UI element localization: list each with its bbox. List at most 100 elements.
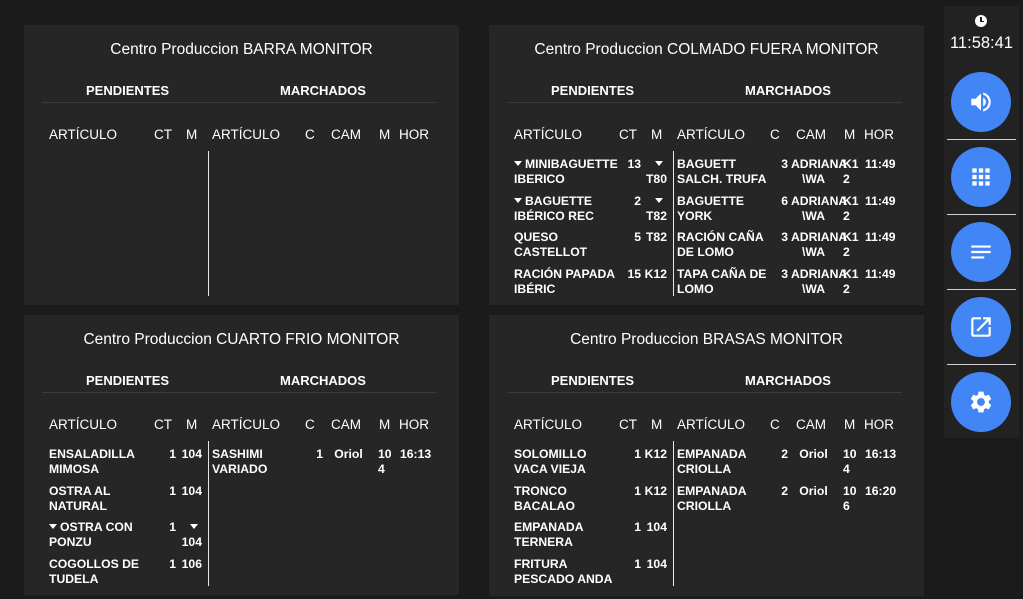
panel-title: Centro Produccion BRASAS MONITOR: [570, 331, 843, 348]
header-ct: CT: [619, 127, 637, 142]
table-row[interactable]: FRITURA PESCADO ANDA 1 104: [489, 557, 924, 594]
caret-down-icon[interactable]: [655, 161, 663, 167]
header-ct: CT: [619, 417, 637, 432]
pending-m: 106: [178, 557, 202, 572]
pending-articulo: SOLOMILLO VACA VIEJA: [514, 447, 619, 477]
pending-articulo: ENSALADILLA MIMOSA: [49, 447, 154, 477]
table-row[interactable]: OSTRA CON PONZU 1 104: [24, 520, 459, 557]
marched-cam: ADRIANA \WA: [791, 193, 848, 223]
caret-down-icon[interactable]: [514, 197, 522, 203]
pending-articulo: OSTRA CON PONZU: [49, 520, 154, 550]
table-row[interactable]: ENSALADILLA MIMOSA 1 104 SASHIMI VARIADO 1 Or…: [24, 447, 459, 484]
order-rows: SOLOMILLO VACA VIEJA 1 K12 EMPANADA CRIOLLA…: [489, 447, 924, 593]
table-row[interactable]: SOLOMILLO VACA VIEJA 1 K12 EMPANADA CRIOLLA…: [489, 447, 924, 484]
pending-ct: 5: [634, 230, 641, 244]
marched-cam: Oriol: [799, 447, 828, 461]
table-row[interactable]: OSTRA AL NATURAL 1 104: [24, 484, 459, 521]
header-m-marchados: M: [844, 417, 856, 432]
marched-c: 6: [781, 193, 788, 208]
marched-articulo: EMPANADA CRIOLLA: [677, 447, 747, 476]
header-c: C: [770, 127, 780, 142]
table-row[interactable]: BAGUETTE IBÉRICO REC 2 T82 BAGUETTE YORK 6 AD…: [489, 194, 924, 231]
caret-down-icon[interactable]: [514, 161, 522, 167]
header-m: M: [186, 417, 198, 432]
pending-articulo: BAGUETTE IBÉRICO REC: [514, 194, 619, 224]
grid-button[interactable]: [951, 147, 1011, 207]
pending-m-text: K12: [644, 447, 667, 461]
section-divider: [42, 392, 437, 393]
pending-articulo-text: ENSALADILLA MIMOSA: [49, 447, 135, 476]
order-rows: ENSALADILLA MIMOSA 1 104 SASHIMI VARIADO 1 Or…: [24, 447, 459, 593]
header-articulo: ARTÍCULO: [514, 127, 583, 142]
marched-c: 3: [781, 157, 788, 171]
marched-cam: ADRIANA \WA: [791, 266, 848, 296]
panel-title: Centro Produccion COLMADO FUERA MONITOR: [534, 41, 879, 58]
pending-articulo-text: FRITURA PESCADO ANDA: [514, 556, 613, 586]
marched-cam: Oriol: [799, 483, 828, 498]
settings-button[interactable]: [951, 372, 1011, 432]
marched-hor: 11:49: [865, 266, 896, 281]
marched-m: 10 4: [378, 447, 392, 476]
marched-c: 3: [781, 230, 788, 244]
pending-m-text: 106: [181, 556, 202, 571]
pending-ct: 15: [627, 266, 641, 281]
table-row[interactable]: COGOLLOS DE TUDELA 1 106: [24, 557, 459, 594]
settings-icon: [970, 391, 992, 413]
open-external-button[interactable]: [951, 297, 1011, 357]
pending-m: 104: [178, 447, 202, 462]
caret-down-icon[interactable]: [49, 524, 57, 530]
header-hor: HOR: [864, 127, 894, 142]
pending-m: T82: [643, 230, 667, 245]
section-divider: [42, 102, 437, 103]
caret-down-icon[interactable]: [190, 524, 198, 530]
header-m-marchados: M: [379, 417, 391, 432]
section-pendientes: PENDIENTES: [551, 373, 635, 388]
table-row[interactable]: QUESO CASTELLOT 5 T82 RACIÓN CAÑA DE LOMO 3 A…: [489, 230, 924, 267]
pending-m: 104: [178, 520, 202, 550]
table-row[interactable]: RACIÓN PAPADA IBÉRIC 15 K12 TAPA CAÑA DE LO…: [489, 267, 924, 304]
caret-down-icon[interactable]: [655, 197, 663, 203]
table-row[interactable]: TRONCO BACALAO 1 K12 EMPANADA CRIOLLA 2 Oriol…: [489, 484, 924, 521]
table-row[interactable]: EMPANADA TERNERA 1 104: [489, 520, 924, 557]
volume-icon: [971, 92, 991, 112]
section-marchados: MARCHADOS: [280, 373, 366, 388]
pending-m: K12: [643, 484, 667, 499]
header-articulo-marchados: ARTÍCULO: [677, 127, 746, 142]
marched-c: 1: [316, 447, 323, 461]
marched-articulo: SASHIMI VARIADO: [212, 447, 268, 476]
pending-ct: 1: [634, 483, 641, 498]
marched-hor: 16:13: [865, 447, 897, 461]
panel-title: Centro Produccion CUARTO FRIO MONITOR: [83, 331, 400, 348]
header-cam: CAM: [796, 127, 826, 142]
header-m-marchados: M: [379, 127, 391, 142]
pending-ct: 2: [634, 193, 641, 208]
marched-articulo: EMPANADA CRIOLLA: [677, 483, 747, 513]
section-divider: [507, 102, 902, 103]
marched-cam: Oriol: [334, 447, 363, 461]
pending-ct: 1: [634, 520, 641, 534]
sidebar: 11:58:41: [944, 6, 1019, 438]
notes-button[interactable]: [951, 222, 1011, 282]
panel-barra: Centro Produccion BARRA MONITOR PENDIENTE…: [24, 25, 459, 305]
marched-hor: 16:13: [400, 447, 432, 461]
pending-articulo: FRITURA PESCADO ANDA: [514, 557, 619, 587]
sound-button[interactable]: [951, 72, 1011, 132]
pending-articulo-text: RACIÓN PAPADA IBÉRIC: [514, 266, 615, 296]
pending-ct: 1: [634, 447, 641, 461]
header-hor: HOR: [399, 127, 429, 142]
pending-m-text: 104: [181, 535, 202, 549]
pending-m: K12: [643, 447, 667, 462]
pending-ct: 13: [627, 157, 641, 171]
marched-hor: 11:49: [865, 230, 896, 244]
header-ct: CT: [154, 127, 172, 142]
pending-m-text: K12: [644, 483, 667, 498]
pending-articulo: QUESO CASTELLOT: [514, 230, 619, 260]
marched-cam: ADRIANA \WA: [791, 157, 848, 186]
pending-ct: 1: [169, 556, 176, 571]
pending-m-text: 104: [181, 447, 202, 461]
marched-m: K1 2: [843, 157, 859, 186]
table-row[interactable]: MINIBAGUETTE IBERICO 13 T80 BAGUETT SALCH. …: [489, 157, 924, 194]
header-articulo-marchados: ARTÍCULO: [677, 417, 746, 432]
header-ct: CT: [154, 417, 172, 432]
marched-m: 10 4: [843, 447, 857, 476]
